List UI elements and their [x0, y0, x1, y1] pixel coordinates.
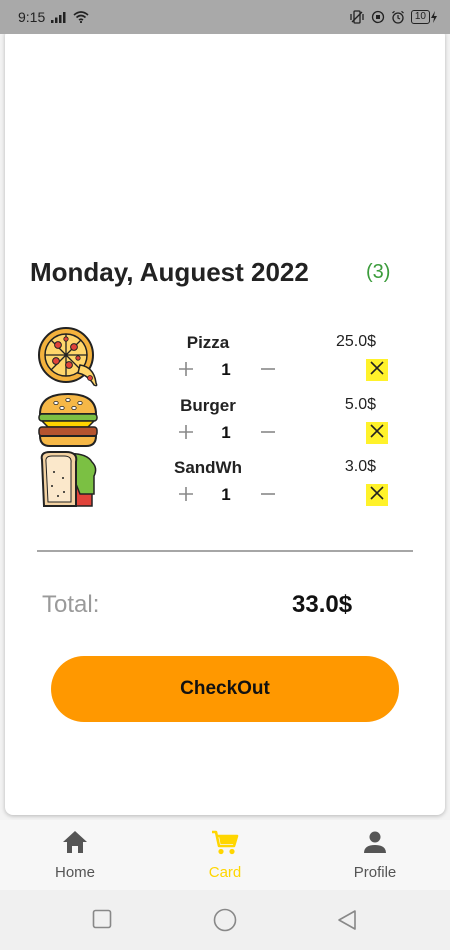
remove-item-button[interactable] [366, 422, 388, 444]
vibrate-icon [349, 10, 365, 24]
increase-quantity-button[interactable] [176, 359, 196, 379]
cart-item: Pizza 25.0$ 1 [0, 327, 450, 389]
signal-icon [51, 11, 67, 23]
close-icon [370, 423, 384, 443]
total-label: Total: [42, 591, 100, 618]
back-icon[interactable] [337, 909, 357, 936]
nav-item-card[interactable]: Card [165, 830, 285, 881]
quantity-value: 1 [221, 485, 231, 504]
total-value: 33.0$ [292, 591, 353, 618]
decrease-quantity-button[interactable] [258, 484, 278, 504]
quantity-value: 1 [221, 360, 231, 379]
nav-label-card: Card [208, 864, 242, 881]
home-icon [62, 830, 88, 859]
person-icon [363, 830, 387, 859]
pizza-icon [36, 325, 100, 389]
system-nav-bar [0, 890, 450, 950]
battery-icon: 10 [410, 10, 438, 24]
status-bar: 9:15 10 [0, 0, 450, 34]
item-price: 3.0$ [344, 458, 376, 475]
item-name: SandWh [174, 458, 242, 477]
remove-item-button[interactable] [366, 359, 388, 381]
nav-label-home: Home [54, 864, 95, 881]
nav-item-home[interactable]: Home [15, 830, 135, 881]
decrease-quantity-button[interactable] [258, 359, 278, 379]
close-icon [370, 485, 384, 505]
increase-quantity-button[interactable] [176, 422, 196, 442]
item-name: Pizza [186, 333, 230, 352]
wifi-icon [73, 11, 89, 23]
item-name: Burger [180, 396, 236, 415]
item-price: 5.0$ [344, 396, 376, 413]
sandwich-icon [36, 450, 100, 514]
close-icon [370, 360, 384, 380]
checkout-button[interactable]: CheckOut [51, 656, 399, 722]
cart-icon [211, 830, 239, 861]
data-saver-icon [371, 10, 385, 24]
quantity-value: 1 [221, 423, 231, 442]
battery-level: 10 [410, 10, 430, 24]
item-count: (3) [366, 261, 391, 283]
remove-item-button[interactable] [366, 484, 388, 506]
home-circle-icon[interactable] [213, 908, 237, 937]
recents-icon[interactable] [92, 909, 112, 934]
nav-item-profile[interactable]: Profile [315, 830, 435, 881]
alarm-icon [391, 10, 405, 24]
cart-item: SandWh 3.0$ 1 [0, 450, 450, 514]
nav-label-profile: Profile [353, 864, 397, 881]
cart-item: Burger 5.0$ 1 [0, 390, 450, 452]
status-time: 9:15 [18, 9, 46, 25]
decrease-quantity-button[interactable] [258, 422, 278, 442]
date-title: Monday, Auguest 2022 [30, 257, 309, 287]
burger-icon [36, 388, 100, 452]
increase-quantity-button[interactable] [176, 484, 196, 504]
bottom-nav: Home Card Profile [0, 820, 450, 890]
divider [37, 550, 413, 552]
item-price: 25.0$ [335, 333, 376, 350]
